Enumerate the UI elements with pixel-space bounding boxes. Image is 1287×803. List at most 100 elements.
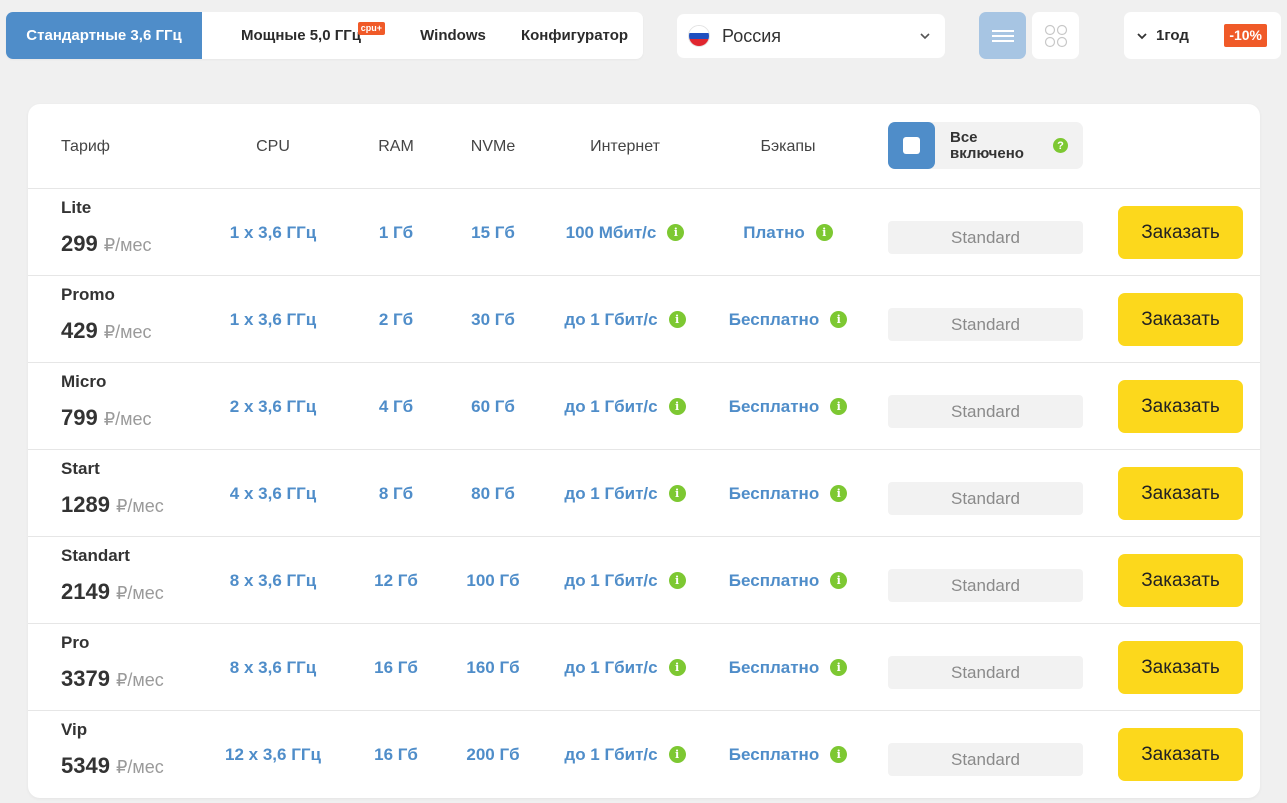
info-icon[interactable]: i [830,398,848,415]
internet-cell: до 1 Гбит/с i [553,450,697,537]
order-button[interactable]: Заказать [1118,206,1243,259]
cpu-value: 1 x 3,6 ГГц [229,309,317,329]
info-icon[interactable]: i [830,746,848,763]
price-unit: ₽/мес [115,583,164,603]
server-type-tabs: Стандартные 3,6 ГГц Мощные 5,0 ГГц cpu+ … [6,12,643,59]
all-included-toggle[interactable]: Все включено ? [888,122,1083,169]
info-icon[interactable]: i [830,659,848,676]
cpu-value: 1 x 3,6 ГГц [229,222,317,242]
tariff-price: 1289 ₽/мес [61,492,164,518]
tariff-name: Vip [61,720,88,739]
tariff-price: 3379 ₽/мес [61,666,164,692]
nvme-value: 160 Гб [466,657,520,677]
header-backups: Бэкапы [760,137,816,155]
help-icon[interactable]: ? [1053,138,1068,153]
nvme-value: 100 Гб [466,570,520,590]
tab-powerful[interactable]: Мощные 5,0 ГГц cpu+ [202,12,400,59]
info-icon[interactable]: i [830,311,848,328]
backups-cell: Бесплатно i [718,363,858,450]
ram-value: 16 Гб [374,657,418,677]
price-value: 5349 [61,753,110,778]
tariff-name: Standart [61,546,130,565]
tariff-name: Pro [61,633,90,652]
order-button[interactable]: Заказать [1118,554,1243,607]
cpu-value: 8 x 3,6 ГГц [229,657,317,677]
grid-view-button[interactable] [1032,12,1079,59]
cpu-plus-badge: cpu+ [357,22,385,35]
plan-select[interactable]: Standard [888,395,1083,428]
plan-select[interactable]: Standard [888,743,1083,776]
table-row: Promo 429 ₽/мес 1 x 3,6 ГГц 2 Гб 30 Гб д… [28,276,1260,363]
info-icon[interactable]: i [667,224,685,241]
order-button[interactable]: Заказать [1118,467,1243,520]
backups-value: Платно [743,222,805,242]
nvme-value: 200 Гб [466,744,520,764]
price-value: 429 [61,318,98,343]
info-icon[interactable]: i [668,311,686,328]
tariff-price: 2149 ₽/мес [61,579,164,605]
ram-value: 12 Гб [374,570,418,590]
order-button[interactable]: Заказать [1118,293,1243,346]
header-nvme: NVMe [470,137,516,155]
price-unit: ₽/мес [103,235,152,255]
plan-select[interactable]: Standard [888,308,1083,341]
cpu-value: 4 x 3,6 ГГц [229,483,317,503]
tariff-name: Start [61,459,100,478]
tab-windows[interactable]: Windows [400,12,506,59]
info-icon[interactable]: i [830,572,848,589]
plan-select[interactable]: Standard [888,221,1083,254]
internet-value: до 1 Гбит/с [564,309,658,329]
info-icon[interactable]: i [830,485,848,502]
order-button[interactable]: Заказать [1118,641,1243,694]
country-select[interactable]: Россия [677,14,945,58]
tab-configurator[interactable]: Конфигуратор [506,12,643,59]
russia-flag-icon [688,25,710,47]
price-unit: ₽/мес [103,322,152,342]
ram-value: 1 Гб [378,222,414,242]
backups-value: Бесплатно [728,396,820,416]
info-icon[interactable]: i [668,746,686,763]
checkbox[interactable] [888,122,935,169]
plan-select[interactable]: Standard [888,569,1083,602]
list-icon [991,29,1014,42]
price-value: 799 [61,405,98,430]
table-row: Pro 3379 ₽/мес 8 x 3,6 ГГц 16 Гб 160 Гб … [28,624,1260,711]
info-icon[interactable]: i [668,398,686,415]
price-unit: ₽/мес [115,757,164,777]
info-icon[interactable]: i [815,224,833,241]
table-row: Vip 5349 ₽/мес 12 x 3,6 ГГц 16 Гб 200 Гб… [28,711,1260,798]
list-view-button[interactable] [979,12,1026,59]
price-unit: ₽/мес [115,670,164,690]
order-button[interactable]: Заказать [1118,728,1243,781]
table-row: Micro 799 ₽/мес 2 x 3,6 ГГц 4 Гб 60 Гб д… [28,363,1260,450]
cpu-value: 8 x 3,6 ГГц [229,570,317,590]
internet-value: до 1 Гбит/с [564,657,658,677]
tab-powerful-label: Мощные 5,0 ГГц [241,27,361,44]
info-icon[interactable]: i [668,659,686,676]
internet-value: 100 Мбит/с [565,222,657,242]
backups-cell: Бесплатно i [718,537,858,624]
nvme-value: 60 Гб [471,396,515,416]
chevron-down-icon [1137,32,1147,39]
info-icon[interactable]: i [668,572,686,589]
ram-value: 16 Гб [374,744,418,764]
table-body: Lite 299 ₽/мес 1 x 3,6 ГГц 1 Гб 15 Гб 10… [28,189,1260,798]
backups-value: Бесплатно [728,570,820,590]
internet-cell: до 1 Гбит/с i [553,276,697,363]
cpu-value: 2 x 3,6 ГГц [229,396,317,416]
table-row: Lite 299 ₽/мес 1 x 3,6 ГГц 1 Гб 15 Гб 10… [28,189,1260,276]
info-icon[interactable]: i [668,485,686,502]
internet-value: до 1 Гбит/с [564,744,658,764]
backups-cell: Бесплатно i [718,276,858,363]
internet-cell: до 1 Гбит/с i [553,363,697,450]
tab-standard[interactable]: Стандартные 3,6 ГГц [6,12,202,59]
plan-select[interactable]: Standard [888,482,1083,515]
order-button[interactable]: Заказать [1118,380,1243,433]
period-select[interactable]: 1год -10% [1124,12,1281,59]
tariff-table: Тариф CPU RAM NVMe Интернет Бэкапы Все в… [28,104,1260,798]
backups-cell: Бесплатно i [718,711,858,798]
tariff-price: 429 ₽/мес [61,318,152,344]
chevron-down-icon [920,33,930,40]
plan-select[interactable]: Standard [888,656,1083,689]
internet-cell: до 1 Гбит/с i [553,711,697,798]
